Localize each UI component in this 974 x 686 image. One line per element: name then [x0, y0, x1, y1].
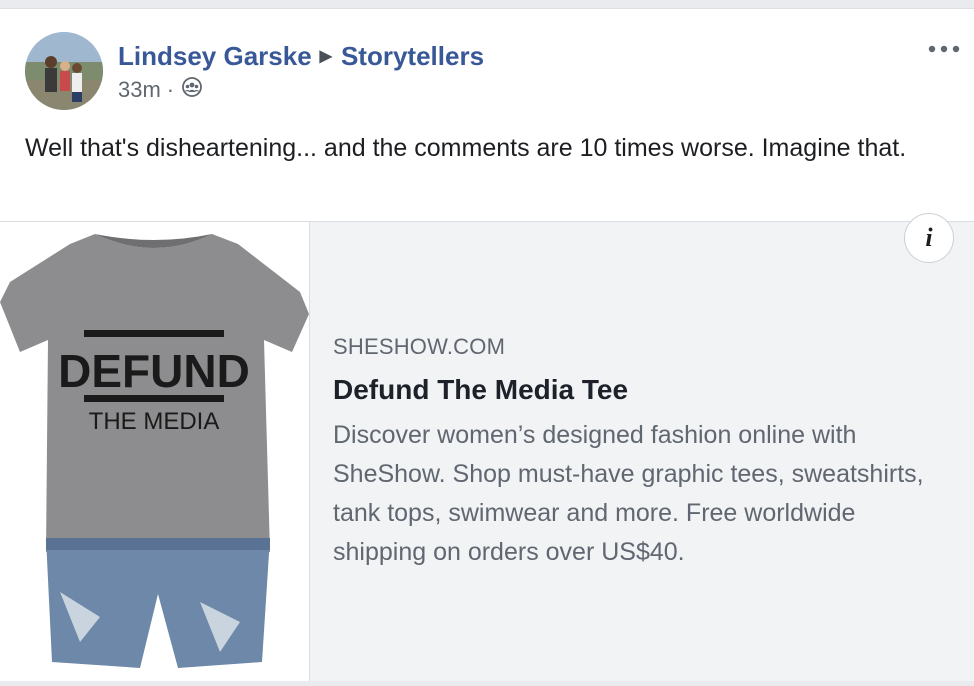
avatar[interactable] — [25, 32, 103, 110]
shirt-graphic-line1: DEFUND — [58, 345, 250, 397]
post-meta: 33m · — [118, 77, 204, 103]
more-options-icon — [928, 45, 960, 53]
info-icon[interactable]: i — [904, 213, 954, 263]
tshirt-product-image: DEFUND THE MEDIA — [0, 234, 309, 668]
group-name-link[interactable]: Storytellers — [341, 41, 484, 72]
shirt-graphic-line2: THE MEDIA — [89, 408, 220, 435]
post-timestamp[interactable]: 33m — [118, 77, 161, 103]
group-members-icon — [180, 77, 204, 103]
post-message: Well that's disheartening... and the com… — [25, 134, 907, 162]
link-attachment[interactable]: DEFUND THE MEDIA i SHESHOW.COM Defund Th… — [0, 213, 974, 681]
link-title[interactable]: Defund The Media Tee — [333, 374, 953, 406]
more-options-button[interactable] — [926, 39, 962, 59]
post-header: Lindsey Garske ▶ Storytellers — [118, 39, 484, 73]
post-card: Lindsey Garske ▶ Storytellers 33m · Well… — [0, 8, 974, 681]
shared-to-arrow-icon: ▶ — [319, 48, 332, 65]
author-name-link[interactable]: Lindsey Garske — [118, 41, 312, 72]
avatar-photo — [25, 32, 103, 110]
meta-separator: · — [166, 77, 175, 102]
link-thumbnail[interactable]: DEFUND THE MEDIA — [0, 222, 310, 681]
link-domain: SHESHOW.COM — [333, 334, 506, 359]
link-description: Discover women’s designed fashion online… — [333, 421, 924, 566]
link-details[interactable]: SHESHOW.COM Defund The Media Tee Discove… — [333, 334, 953, 572]
